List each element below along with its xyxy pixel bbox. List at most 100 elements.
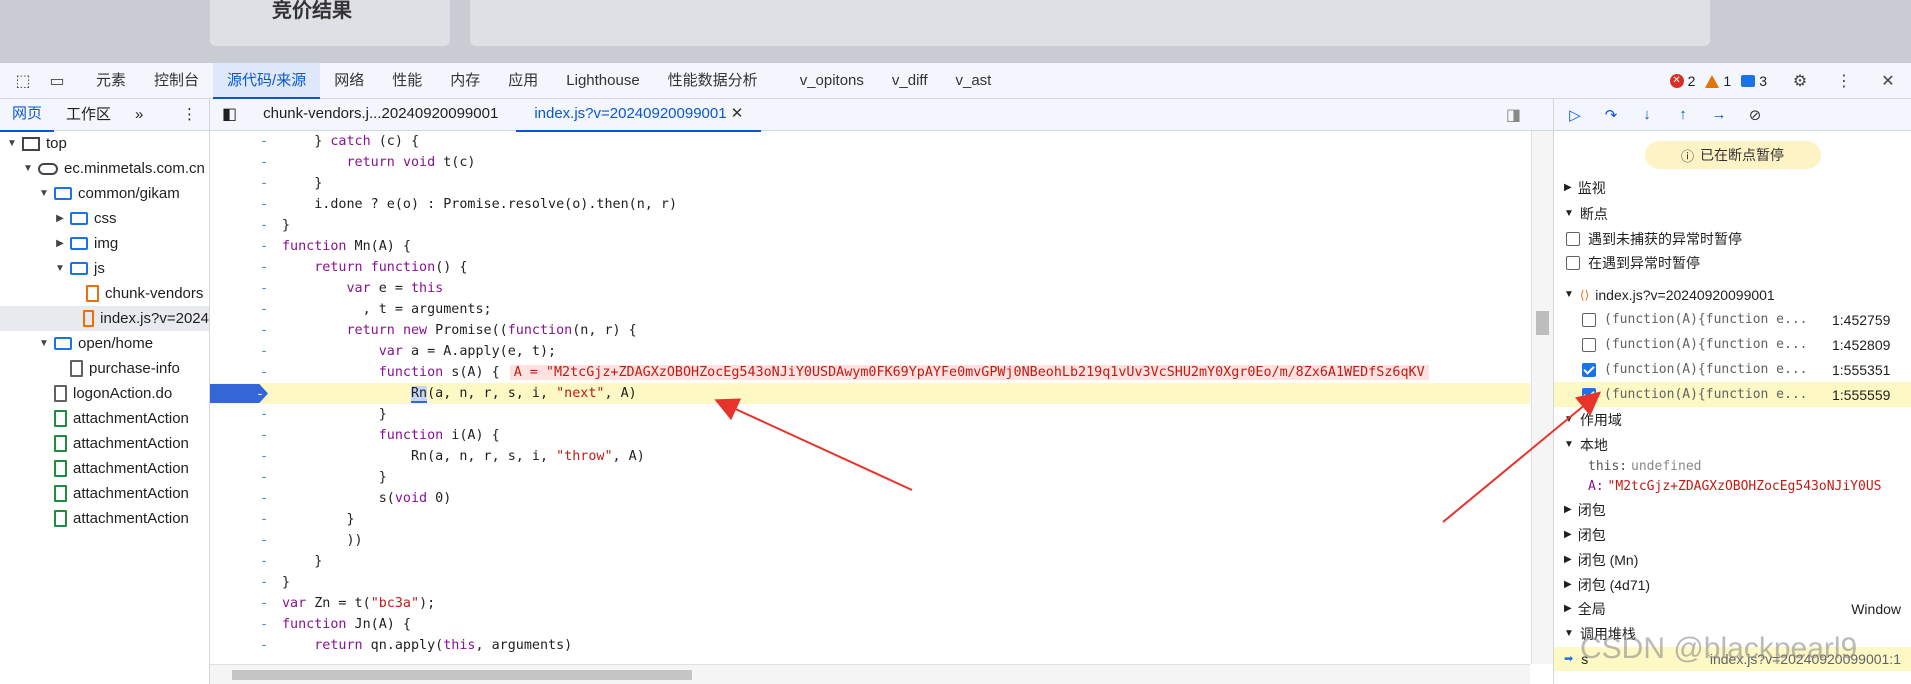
toggle-navigator-icon[interactable]: ◧ [210,99,245,131]
code-line[interactable]: - return new Promise((function(n, r) { [210,320,1530,341]
vertical-scrollbar[interactable] [1531,131,1553,664]
code-line[interactable]: -} [210,572,1530,593]
messages-badge[interactable]: 3 [1741,73,1767,89]
scope-global[interactable]: ▶ 全局 Window [1554,597,1911,621]
line-gutter[interactable]: - [210,614,268,635]
settings-gear-icon[interactable]: ⚙ [1789,70,1811,92]
tab-9[interactable]: v_opitons [786,63,878,99]
horizontal-scrollbar[interactable] [210,664,1530,684]
code-line[interactable]: - function Mn(A) { [210,236,1530,257]
code-line[interactable]: - )) [210,530,1530,551]
code-line[interactable]: - function s(A) {A = "M2tcGjz+ZDAGXzOBOH… [210,362,1530,383]
scope-closure[interactable]: ▶ 闭包 [1554,497,1911,522]
line-gutter[interactable]: - [210,530,268,551]
scope-local[interactable]: ▼ 本地 [1554,433,1911,457]
breakpoint-item[interactable]: (function(A){function e... 1:555559 [1554,382,1911,407]
line-gutter[interactable]: - [210,152,268,173]
code-view[interactable]: - } catch (c) {- return void t(c) - } - i.… [210,131,1530,664]
scope-this[interactable]: this: undefined [1554,457,1911,477]
line-gutter[interactable]: - [210,299,268,320]
breakpoint-item[interactable]: (function(A){function e... 1:452809 [1554,332,1911,357]
scope-closure[interactable]: ▶ 闭包 [1554,522,1911,547]
tree-item[interactable]: attachmentAction [0,506,209,531]
breakpoint-checkbox[interactable] [1582,387,1596,402]
scope-a[interactable]: A: "M2tcGjz+ZDAGXzOBOHZocEg543oNJiY0US [1554,477,1911,497]
tab-workspace[interactable]: 工作区 [54,99,123,131]
breakpoint-marker[interactable]: - [210,384,268,403]
inspect-element-icon[interactable]: ⬚ [12,70,34,92]
tree-item[interactable]: ▼ js [0,256,209,281]
resume-icon[interactable]: ▷ [1564,104,1586,126]
code-line[interactable]: - var Zn = t("bc3a"); [210,593,1530,614]
breakpoint-item[interactable]: (function(A){function e... 1:452759 [1554,307,1911,332]
code-line[interactable]: - } [210,551,1530,572]
line-gutter[interactable]: - [210,173,268,194]
checkbox[interactable] [1566,256,1580,270]
scope-closure[interactable]: ▶ 闭包 (Mn) [1554,547,1911,572]
toggle-debugger-icon[interactable]: ◨ [1506,105,1521,125]
close-devtools-icon[interactable]: ✕ [1877,70,1899,92]
tree-item[interactable]: chunk-vendors [0,281,209,306]
caret-right-icon[interactable]: ▶ [54,206,66,231]
device-toolbar-icon[interactable]: ▭ [46,70,68,92]
step-icon[interactable]: → [1708,104,1730,126]
code-line[interactable]: - return qn.apply(this, arguments) [210,635,1530,656]
line-gutter[interactable]: - [210,446,268,467]
tab-page[interactable]: 网页 [0,99,55,132]
tab-0[interactable]: 元素 [82,63,140,99]
code-line[interactable]: - , t = arguments; [210,299,1530,320]
breakpoint-checkbox[interactable] [1582,312,1596,327]
warnings-badge[interactable]: 1 [1705,73,1731,89]
more-options-icon[interactable]: ⋮ [1833,70,1855,92]
pause-caught-option[interactable]: 在遇到异常时暂停 [1554,251,1911,275]
line-gutter[interactable]: - [210,320,268,341]
close-tab-icon[interactable]: ✕ [727,105,744,122]
editor-tab[interactable]: chunk-vendors.j...20240920099001 [245,98,516,132]
line-gutter[interactable]: - [210,257,268,278]
tree-item[interactable]: attachmentAction [0,431,209,456]
tree-item[interactable]: index.js?v=2024 [0,306,209,331]
breakpoint-file-row[interactable]: ▼ ⟨⟩ index.js?v=20240920099001 [1554,283,1911,307]
section-scope[interactable]: ▼ 作用域 [1554,407,1911,433]
line-gutter[interactable]: - [210,131,268,152]
line-gutter[interactable]: - [210,635,268,656]
code-line[interactable]: - } [210,404,1530,425]
tab-2[interactable]: 源代码/来源 [213,62,321,99]
code-line[interactable]: - var e = this [210,278,1530,299]
line-gutter[interactable]: - [210,404,268,425]
code-line[interactable]: - } catch (c) { [210,131,1530,152]
tree-item[interactable]: attachmentAction [0,406,209,431]
paused-code-line[interactable]: - Rn(a, n, r, s, i, "next", A) [210,383,1530,404]
errors-badge[interactable]: ✕ 2 [1669,73,1695,89]
code-line[interactable]: - function Jn(A) { [210,614,1530,635]
caret-down-icon[interactable]: ▼ [6,131,18,156]
more-tabs-icon[interactable]: » [123,99,155,131]
line-gutter[interactable]: - [210,425,268,446]
code-line[interactable]: - function i(A) { [210,425,1530,446]
tab-6[interactable]: 应用 [494,63,552,99]
line-gutter[interactable]: - [210,509,268,530]
line-gutter[interactable]: - [210,488,268,509]
tab-7[interactable]: Lighthouse [552,63,653,99]
tab-1[interactable]: 控制台 [140,63,213,99]
scroll-thumb[interactable] [232,670,692,680]
tab-10[interactable]: v_diff [878,63,942,99]
breakpoint-checkbox[interactable] [1582,362,1596,377]
line-gutter[interactable]: - [210,194,268,215]
tab-4[interactable]: 性能 [378,63,436,99]
tree-item[interactable]: purchase-info [0,356,209,381]
caret-down-icon[interactable]: ▼ [38,181,50,206]
code-line[interactable]: - } [210,509,1530,530]
breakpoint-checkbox[interactable] [1582,337,1596,352]
tab-5[interactable]: 内存 [436,63,494,99]
line-gutter[interactable]: - [210,236,268,257]
tree-item[interactable]: ▼ common/gikam [0,181,209,206]
line-gutter[interactable]: - [210,467,268,488]
tree-item[interactable]: ▶ img [0,231,209,256]
code-line[interactable]: - var a = A.apply(e, t); [210,341,1530,362]
tab-11[interactable]: v_ast [942,63,1006,99]
code-line[interactable]: - Rn(a, n, r, s, i, "throw", A) [210,446,1530,467]
step-out-icon[interactable]: ↑ [1672,104,1694,126]
caret-down-icon[interactable]: ▼ [22,156,34,181]
tree-item[interactable]: ▼ top [0,131,209,156]
